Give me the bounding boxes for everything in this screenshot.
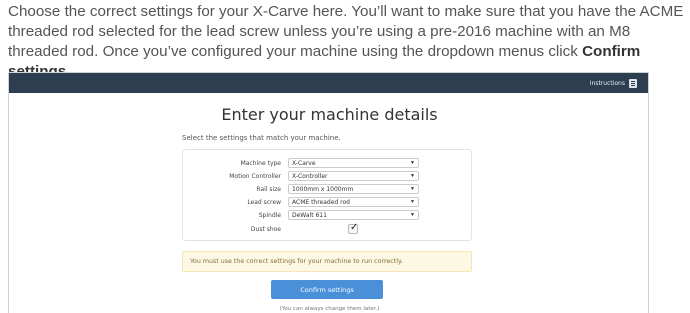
- machine-type-select[interactable]: X-Carve ▼: [288, 158, 419, 168]
- motion-controller-select[interactable]: X-Controller ▼: [288, 171, 419, 181]
- change-later-note: (You can always change them later.): [279, 306, 380, 312]
- top-bar: Instructions: [9, 73, 648, 93]
- field-label: Machine type: [240, 160, 281, 167]
- warning-alert: You must use the correct settings for yo…: [182, 251, 472, 272]
- alert-text: You must use the correct settings for yo…: [190, 258, 403, 265]
- field-dust-shoe: Dust shoe ✓: [183, 222, 471, 236]
- confirm-label: Confirm settings: [300, 285, 354, 294]
- rail-size-select[interactable]: 1000mm x 1000mm ▼: [288, 184, 419, 194]
- field-lead-screw: Lead screw ACME threaded rod ▼: [183, 197, 471, 209]
- field-label: Lead screw: [247, 199, 281, 206]
- select-value: X-Controller: [292, 173, 328, 180]
- select-value: X-Carve: [292, 160, 316, 167]
- caret-down-icon: ▼: [410, 173, 415, 179]
- field-label: Motion Controller: [229, 173, 281, 180]
- lead-screw-select[interactable]: ACME threaded rod ▼: [288, 197, 419, 207]
- settings-panel: Machine type X-Carve ▼ Motion Controller…: [182, 149, 472, 241]
- caret-down-icon: ▼: [410, 199, 415, 205]
- field-label: Rail size: [256, 186, 281, 193]
- form-subtitle: Select the settings that match your mach…: [182, 134, 341, 142]
- instructions-button[interactable]: Instructions: [590, 77, 637, 89]
- select-value: ACME threaded rod: [292, 199, 350, 206]
- select-value: 1000mm x 1000mm: [292, 186, 354, 193]
- field-label: Spindle: [258, 212, 281, 219]
- caret-down-icon: ▼: [410, 212, 415, 218]
- page-title: Enter your machine details: [221, 105, 438, 124]
- book-icon: [629, 78, 637, 88]
- caret-down-icon: ▼: [410, 160, 415, 166]
- field-label: Dust shoe: [250, 226, 281, 233]
- dust-shoe-checkbox[interactable]: ✓: [348, 222, 359, 234]
- checkmark-icon: ✓: [350, 222, 359, 233]
- field-machine-type: Machine type X-Carve ▼: [183, 158, 471, 170]
- field-spindle: Spindle DeWalt 611 ▼: [183, 210, 471, 222]
- caret-down-icon: ▼: [410, 186, 415, 192]
- field-rail-size: Rail size 1000mm x 1000mm ▼: [183, 184, 471, 196]
- spindle-select[interactable]: DeWalt 611 ▼: [288, 210, 419, 220]
- intro-paragraph: Choose the correct settings for your X-C…: [8, 2, 688, 82]
- instructions-label: Instructions: [589, 79, 625, 87]
- select-value: DeWalt 611: [292, 212, 327, 219]
- confirm-settings-button[interactable]: Confirm settings: [271, 280, 383, 299]
- machine-setup-window: Instructions Enter your machine details …: [8, 72, 649, 313]
- field-motion-controller: Motion Controller X-Controller ▼: [183, 171, 471, 183]
